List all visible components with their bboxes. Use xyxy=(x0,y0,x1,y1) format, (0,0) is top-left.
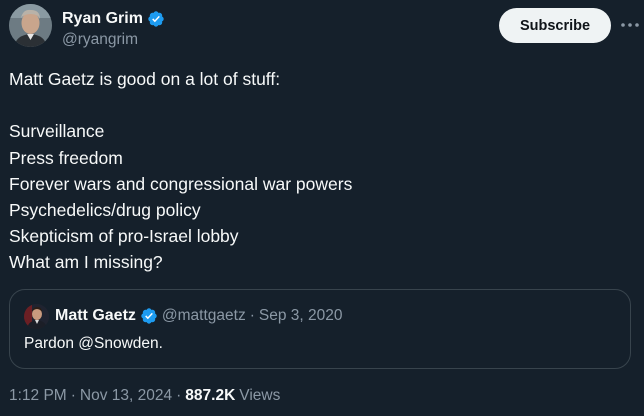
quoted-tweet-text: Pardon @Snowden. xyxy=(24,335,163,352)
person-avatar-icon xyxy=(9,4,52,47)
tweet-header: Ryan Grim @ryangrim Subscribe xyxy=(9,4,644,48)
person-avatar-icon xyxy=(24,304,49,329)
tweet-text-line: Press freedom xyxy=(9,147,123,168)
tweet-text: Matt Gaetz is good on a lot of stuff: Su… xyxy=(9,66,629,276)
tweet-footer: 1:12 PM · Nov 13, 2024 · 887.2K Views xyxy=(9,387,280,405)
quoted-separator: · xyxy=(249,307,255,324)
author-name[interactable]: Ryan Grim xyxy=(62,10,143,28)
tweet-text-line: Skepticism of pro-Israel lobby xyxy=(9,226,239,247)
more-horizontal-icon[interactable] xyxy=(619,14,641,36)
quoted-author-handle: @mattgaetz xyxy=(161,307,246,324)
author-name-row: Ryan Grim xyxy=(62,9,165,29)
tweet-text-line: Forever wars and congressional war power… xyxy=(9,173,353,194)
subscribe-button[interactable]: Subscribe xyxy=(499,8,611,43)
quoted-author-name: Matt Gaetz xyxy=(55,307,136,324)
author-handle[interactable]: @ryangrim xyxy=(62,31,138,49)
tweet-detail: Ryan Grim @ryangrim Subscribe Matt Gaetz… xyxy=(0,0,644,416)
tweet-date[interactable]: Nov 13, 2024 xyxy=(80,387,172,405)
footer-separator: · xyxy=(176,387,182,404)
views-count: 887.2K xyxy=(185,387,236,404)
tweet-time[interactable]: 1:12 PM xyxy=(9,387,67,405)
verified-badge-icon[interactable] xyxy=(147,10,165,28)
tweet-text-line xyxy=(9,92,629,118)
tweet-text-line: Surveillance xyxy=(9,121,105,142)
tweet-text-line: Psychedelics/drug policy xyxy=(9,200,201,220)
tweet-text-line: Matt Gaetz is good on a lot of stuff: xyxy=(9,69,281,89)
footer-separator: · xyxy=(70,387,76,404)
quoted-tweet-meta: Matt Gaetz @mattgaetz · Sep 3, 2020 xyxy=(55,305,342,327)
views-label: Views xyxy=(239,387,281,404)
quoted-tweet[interactable]: Matt Gaetz @mattgaetz · Sep 3, 2020 Pard… xyxy=(9,289,631,369)
author-avatar[interactable] xyxy=(9,4,52,47)
quoted-tweet-date: Sep 3, 2020 xyxy=(258,307,343,324)
verified-badge-icon xyxy=(140,307,158,325)
tweet-text-line: What am I missing? xyxy=(9,252,163,273)
quoted-author-avatar[interactable] xyxy=(24,304,49,329)
